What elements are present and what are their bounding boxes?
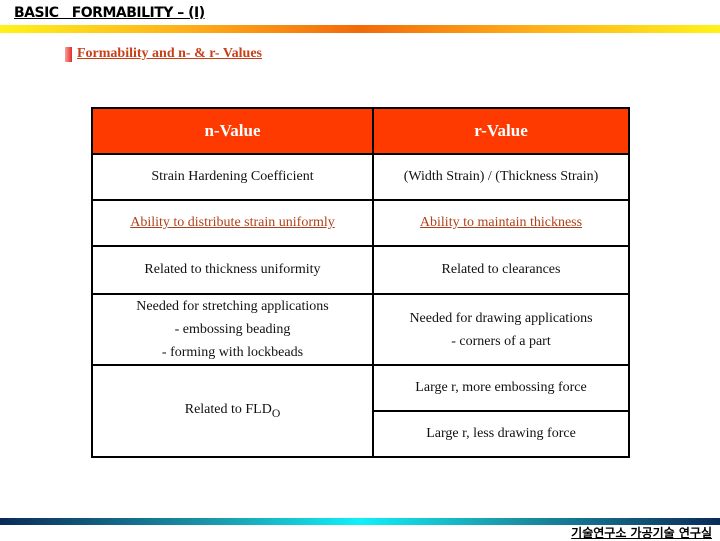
n-app-line: Needed for stretching applications [136,299,329,314]
n-ability-link[interactable]: Ability to distribute strain uniformly [130,215,335,230]
top-gradient-bar [0,25,720,33]
cell-r-ability: Ability to maintain thickness [372,199,630,247]
n-app-line: - embossing beading [174,322,291,337]
r-ability-link[interactable]: Ability to maintain thickness [420,215,582,230]
footer-label: 기술연구소 가공기술 연구실 [571,526,712,540]
table-header-row: n-Value r-Value [91,107,630,155]
subtitle-bullet-icon [65,47,72,62]
table-row: Strain Hardening Coefficient (Width Stra… [91,153,630,201]
header-r-value: r-Value [372,107,630,155]
r-app-line: Needed for drawing applications [409,310,593,326]
header-n-value: n-Value [91,107,374,155]
slide-title: BASIC FORMABILITY – (I) [14,5,205,21]
n-fld-text: Related to FLD [184,402,272,418]
cell-r-applications: Needed for drawing applications - corner… [372,293,630,366]
table-row: Related to FLDO Large r, more embossing … [91,364,630,458]
cell-r-definition: (Width Strain) / (Thickness Strain) [372,153,630,201]
cell-n-fld: Related to FLDO [91,364,374,458]
table-row: Needed for stretching applications - emb… [91,293,630,366]
r-app-line: - corners of a part [451,333,551,349]
cell-r-related: Related to clearances [372,245,630,295]
cell-r-embossing: Large r, more embossing force [372,364,630,412]
cell-n-applications: Needed for stretching applications - emb… [91,293,374,366]
table-row: Ability to distribute strain uniformly A… [91,199,630,247]
subtitle: Formability and n- & r- Values [77,46,262,61]
comparison-table: n-Value r-Value Strain Hardening Coeffic… [91,107,630,458]
n-app-line: - forming with lockbeads [161,345,304,360]
cell-n-ability: Ability to distribute strain uniformly [91,199,374,247]
table-row: Related to thickness uniformity Related … [91,245,630,295]
cell-r-drawing: Large r, less drawing force [372,410,630,458]
cell-n-definition: Strain Hardening Coefficient [91,153,374,201]
n-fld-subscript: O [271,406,281,420]
cell-n-related: Related to thickness uniformity [91,245,374,295]
